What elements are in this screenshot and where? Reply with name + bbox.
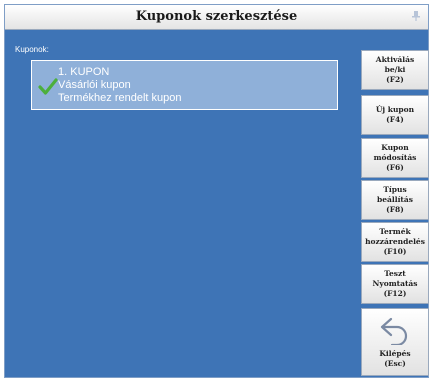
undo-arrow-icon (380, 317, 408, 345)
edit-coupon-label: Kupon módosítás (F6) (373, 143, 417, 172)
coupon-list[interactable]: 1. KUPON Vásárlói kupon Termékhez rendel… (13, 55, 338, 377)
test-print-label: Teszt Nyomtatás (F12) (372, 269, 418, 298)
coupon-assignment: Termékhez rendelt kupon (58, 92, 182, 104)
new-coupon-button[interactable]: Új kupon (F4) (361, 95, 429, 135)
toggle-activation-button[interactable]: Aktiválás be/ki (F2) (361, 50, 429, 90)
checkmark-icon (38, 78, 58, 95)
title-bar: Kuponok szerkesztése (5, 5, 428, 30)
coupon-text: 1. KUPON Vásárlói kupon Termékhez rendel… (58, 66, 182, 105)
new-coupon-label: Új kupon (F4) (375, 105, 415, 124)
product-assignment-label: Termék hozzárendelés (F10) (365, 227, 425, 256)
type-settings-button[interactable]: Típus beállítás (F8) (361, 180, 429, 220)
edit-coupon-button[interactable]: Kupon módosítás (F6) (361, 138, 429, 178)
exit-button[interactable]: Kilépés (Esc) (361, 308, 429, 376)
coupon-list-item[interactable]: 1. KUPON Vásárlói kupon Termékhez rendel… (31, 60, 338, 110)
toggle-activation-label: Aktiválás be/ki (F2) (375, 55, 415, 84)
window-title: Kuponok szerkesztése (135, 9, 298, 24)
test-print-button[interactable]: Teszt Nyomtatás (F12) (361, 264, 429, 304)
exit-label: Kilépés (Esc) (379, 349, 411, 368)
coupon-name: 1. KUPON (58, 66, 110, 78)
coupons-label: Kuponok: (15, 45, 49, 54)
type-settings-label: Típus beállítás (F8) (377, 185, 413, 214)
coupon-editor-window: Kuponok szerkesztése Kuponok: 1. KUPON V… (4, 4, 429, 378)
pin-icon[interactable] (412, 11, 420, 21)
coupon-type: Vásárlói kupon (58, 79, 131, 91)
product-assignment-button[interactable]: Termék hozzárendelés (F10) (361, 222, 429, 262)
